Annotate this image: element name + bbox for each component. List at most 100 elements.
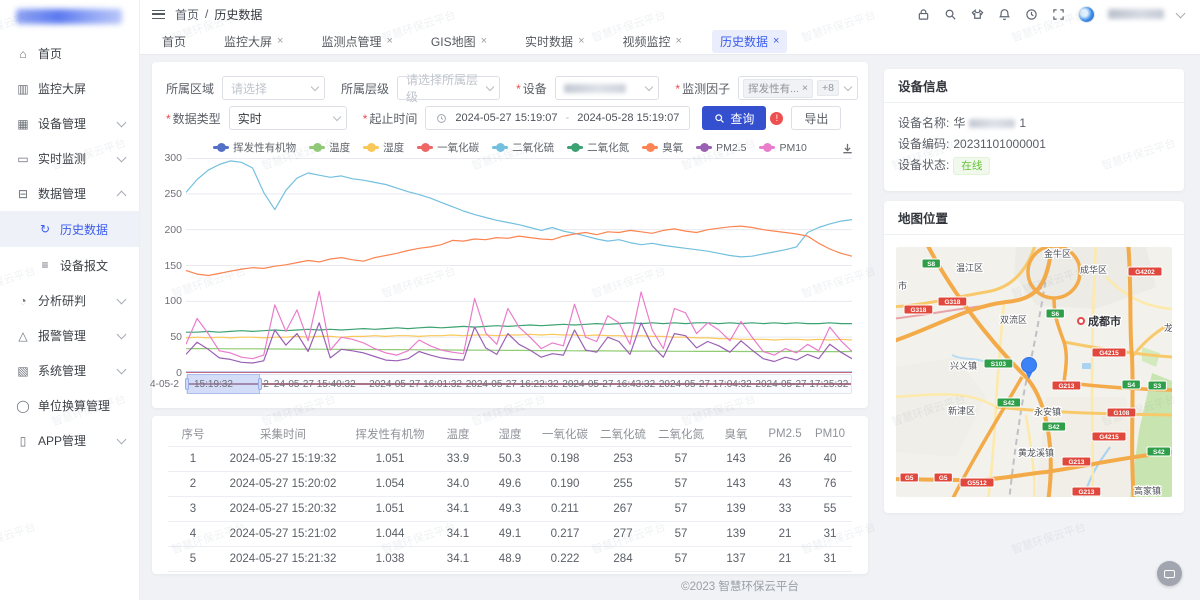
tab-实时数据[interactable]: 实时数据× [517,30,592,53]
table-cell: 139 [710,528,762,540]
road-badge-G318: G318 [904,305,933,314]
sidebar-item-监控大屏[interactable]: ▥监控大屏 [0,71,139,106]
table-header-cell: PM2.5 [762,428,808,440]
theme-icon[interactable] [970,7,984,21]
sidebar-item-设备管理[interactable]: ▦设备管理 [0,106,139,141]
download-chart-icon[interactable] [841,142,854,158]
table-header-cell: 臭氧 [710,426,762,442]
map[interactable]: S8G4202G318G318S6G4215S103G213S4S3S42G10… [896,247,1172,497]
legend-item-挥发性有机物[interactable]: 挥发性有机物 [213,140,296,155]
sidebar-item-设备报文[interactable]: ≡设备报文 [0,247,139,283]
time-start[interactable]: 2024-05-27 15:19:07 [455,112,557,124]
table-cell: 137 [710,553,762,565]
y-tick-label: 200 [152,224,182,236]
datazoom-handle-left[interactable] [185,378,189,390]
sidebar-item-系统管理[interactable]: ▧系统管理 [0,353,139,388]
legend-item-二氧化硫[interactable]: 二氧化硫 [492,140,554,155]
screen-icon: ▥ [16,82,30,96]
tab-close-icon[interactable]: × [386,36,392,47]
line-chart[interactable] [186,158,852,373]
sidebar-item-单位换算管理[interactable]: ◯单位换算管理 [0,388,139,423]
y-tick-label: 250 [152,188,182,200]
tab-close-icon[interactable]: × [277,36,283,47]
breadcrumb-current: 历史数据 [214,6,262,23]
history-icon[interactable] [1024,7,1038,21]
sidebar-item-分析研判[interactable]: ◔分析研判 [0,283,139,318]
level-label: 所属层级 [341,80,389,97]
table-row[interactable]: 42024-05-27 15:21:021.04434.149.10.21727… [168,522,852,547]
table-header-cell: 序号 [168,426,218,442]
legend-item-温度[interactable]: 温度 [309,140,350,155]
tab-视频监控[interactable]: 视频监控× [615,30,690,53]
svg-text:G213: G213 [1058,383,1074,390]
tab-历史数据[interactable]: 历史数据× [712,30,787,53]
tab-close-icon[interactable]: × [578,36,584,47]
content-area: 所属区域 请选择 所属层级 请选择所属层级 *设备 *监测因子 挥发性有...×… [140,55,1200,600]
legend-marker [642,146,658,150]
legend-item-PM2.5[interactable]: PM2.5 [696,140,746,155]
legend-item-一氧化碳[interactable]: 一氧化碳 [417,140,479,155]
tab-监控大屏[interactable]: 监控大屏× [216,30,291,53]
legend-label: PM10 [779,142,806,154]
table-row[interactable]: 62024-05-27 15:22:021.03834.148.60.23128… [168,572,852,574]
table-row[interactable]: 52024-05-27 15:21:321.03834.148.90.22228… [168,547,852,572]
device-info-card: 设备信息 设备名称: 华 1 设备编码: 20231101000001 设备状态… [884,69,1184,191]
time-range-picker[interactable]: 2024-05-27 15:19:07 - 2024-05-28 15:19:0… [425,106,690,130]
table-row[interactable]: 12024-05-27 15:19:321.05133.950.30.19825… [168,447,852,472]
sidebar-item-APP管理[interactable]: ▯APP管理 [0,423,139,458]
sidebar-item-历史数据[interactable]: ↻历史数据 [0,211,139,247]
device-info-title: 设备信息 [884,69,1184,103]
sidebar-item-首页[interactable]: ⌂首页 [0,36,139,71]
table-cell: 3 [168,503,218,515]
factor-more-tag[interactable]: +8 [817,80,839,96]
factor-multiselect[interactable]: 挥发性有...× +8 [738,76,858,100]
road-badge-S8: S8 [922,259,940,268]
datatype-select[interactable]: 实时 [229,106,347,130]
legend-item-PM10[interactable]: PM10 [759,140,806,155]
tab-首页[interactable]: 首页 [154,30,194,53]
road-badge-G4202: G4202 [1128,267,1162,276]
sidebar-item-label: 设备报文 [60,257,129,274]
legend-item-二氧化氮[interactable]: 二氧化氮 [567,140,629,155]
table-cell: 31 [808,553,852,565]
tab-监测点管理[interactable]: 监测点管理× [313,30,400,53]
fullscreen-icon[interactable] [1051,7,1065,21]
sidebar-item-label: 历史数据 [60,221,129,238]
region-select[interactable]: 请选择 [222,76,325,100]
export-button[interactable]: 导出 [791,106,841,130]
breadcrumb-home[interactable]: 首页 [175,6,199,23]
datazoom-handle-right[interactable] [258,378,262,390]
tab-GIS地图[interactable]: GIS地图× [423,30,495,53]
bell-icon[interactable] [997,7,1011,21]
level-select[interactable]: 请选择所属层级 [397,76,500,100]
legend-item-臭氧[interactable]: 臭氧 [642,140,683,155]
sidebar-item-数据管理[interactable]: ⊟数据管理 [0,176,139,211]
table-cell: 21 [762,553,808,565]
table-row[interactable]: 22024-05-27 15:20:021.05434.049.60.19025… [168,472,852,497]
factor-tag[interactable]: 挥发性有...× [743,79,813,98]
search-button[interactable]: 查询 [702,106,766,130]
sidebar-item-label: 系统管理 [38,362,118,379]
collapse-menu-icon[interactable] [152,10,165,19]
device-select[interactable] [555,76,660,100]
table-row[interactable]: 32024-05-27 15:20:321.05134.149.30.21126… [168,497,852,522]
sidebar-item-label: 数据管理 [38,185,118,202]
search-icon[interactable] [943,7,957,21]
tab-close-icon[interactable]: × [773,36,779,47]
chevron-down-icon[interactable] [1176,8,1186,18]
time-end[interactable]: 2024-05-28 15:19:07 [577,112,679,124]
table-cell: 50.3 [484,453,536,465]
table-cell: 1.051 [348,503,432,515]
tab-close-icon[interactable]: × [481,36,487,47]
legend-item-湿度[interactable]: 湿度 [363,140,404,155]
chat-float-button[interactable] [1157,561,1182,586]
lock-icon[interactable] [916,7,930,21]
avatar[interactable] [1078,6,1095,23]
x-tick-label: 2024-05-27 16:43:32 [562,379,655,390]
sidebar-item-报警管理[interactable]: △报警管理 [0,318,139,353]
tag-close-icon[interactable]: × [802,82,808,94]
tab-close-icon[interactable]: × [676,36,682,47]
search-icon [714,113,725,124]
chat-icon [1164,570,1175,578]
sidebar-item-实时监测[interactable]: ▭实时监测 [0,141,139,176]
